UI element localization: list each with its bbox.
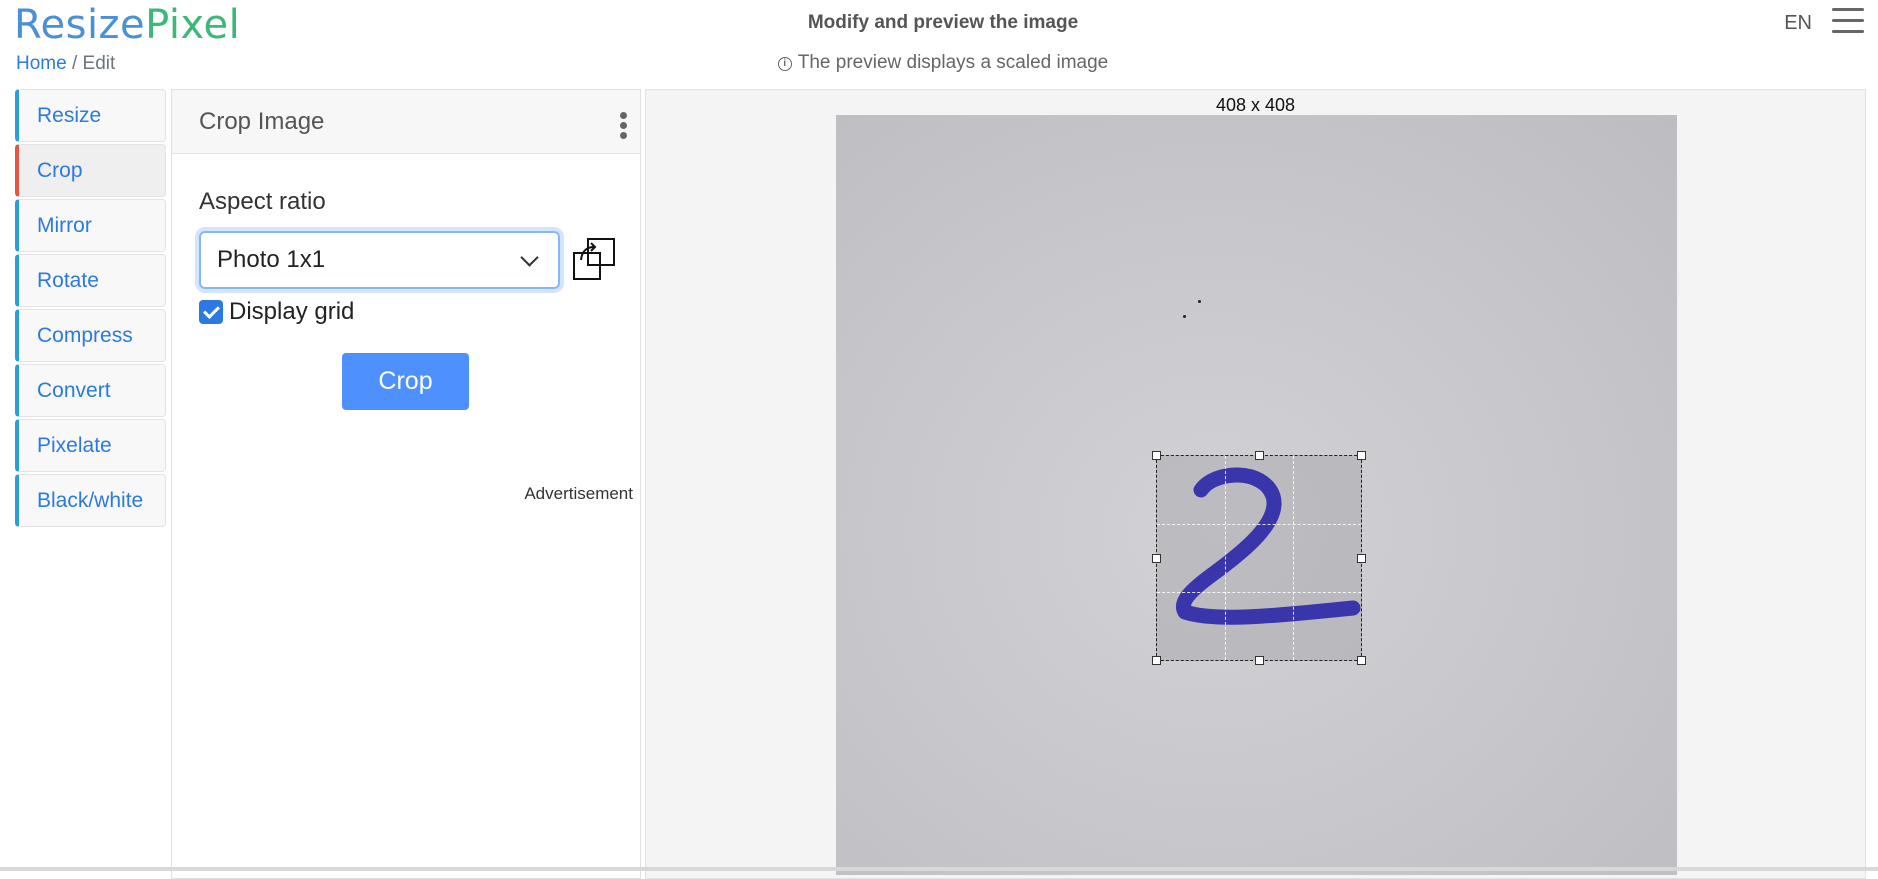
sidebar-item-convert[interactable]: Convert (15, 364, 166, 417)
aspect-ratio-label: Aspect ratio (199, 188, 326, 215)
bottom-border (0, 867, 1878, 871)
image-dimensions: 408 x 408 (1215, 95, 1296, 115)
crop-handle-left[interactable] (1152, 554, 1161, 563)
grid-line (1157, 592, 1361, 593)
preview-area: 408 x 408 (645, 89, 1866, 879)
preview-image (836, 115, 1677, 875)
image-speck (1183, 315, 1186, 318)
info-circle-icon: i (777, 57, 792, 71)
advertisement-label: Advertisement (524, 484, 633, 503)
chevron-down-icon (520, 248, 539, 267)
page-title: Modify and preview the image (807, 12, 1079, 33)
crop-handle-bottom-left[interactable] (1152, 656, 1161, 665)
image-speck (1198, 300, 1201, 303)
language-selector[interactable]: EN (1784, 12, 1812, 35)
tool-sidebar: Resize Crop Mirror Rotate Compress Conve… (15, 89, 166, 529)
display-grid-toggle[interactable]: Display grid (199, 298, 354, 326)
sidebar-item-rotate[interactable]: Rotate (15, 254, 166, 307)
checkmark-icon[interactable] (199, 300, 223, 324)
sidebar-item-mirror[interactable]: Mirror (15, 199, 166, 252)
display-grid-label: Display grid (229, 298, 355, 325)
preview-note: i The preview displays a scaled image (0, 52, 1878, 74)
sidebar-item-crop[interactable]: Crop (15, 144, 166, 197)
panel-title: Crop Image (199, 108, 325, 135)
crop-selection[interactable] (1152, 451, 1366, 665)
sidebar-item-resize[interactable]: Resize (15, 89, 166, 142)
sidebar-item-compress[interactable]: Compress (15, 309, 166, 362)
swap-orientation-icon[interactable] (572, 236, 616, 282)
aspect-ratio-value: Photo 1x1 (217, 246, 326, 273)
sidebar-item-black-white[interactable]: Black/white (15, 474, 166, 527)
crop-handle-bottom[interactable] (1255, 656, 1264, 665)
preview-note-text: The preview displays a scaled image (797, 52, 1109, 73)
kebab-menu-icon[interactable] (620, 112, 628, 139)
crop-handle-top-right[interactable] (1357, 451, 1366, 460)
crop-handle-bottom-right[interactable] (1357, 656, 1366, 665)
grid-line (1225, 456, 1226, 660)
grid-line (1157, 524, 1361, 525)
crop-handle-top-left[interactable] (1152, 451, 1161, 460)
crop-panel: Crop Image Aspect ratio Photo 1x1 Displa… (171, 89, 641, 879)
panel-header: Crop Image (172, 90, 640, 154)
hamburger-menu-icon[interactable] (1832, 8, 1864, 36)
sidebar-item-pixelate[interactable]: Pixelate (15, 419, 166, 472)
crop-button[interactable]: Crop (342, 353, 469, 410)
grid-line (1293, 456, 1294, 660)
crop-handle-top[interactable] (1255, 451, 1264, 460)
aspect-ratio-select[interactable]: Photo 1x1 (199, 231, 560, 289)
handwritten-digit-two (1176, 467, 1361, 625)
crop-handle-right[interactable] (1357, 554, 1366, 563)
